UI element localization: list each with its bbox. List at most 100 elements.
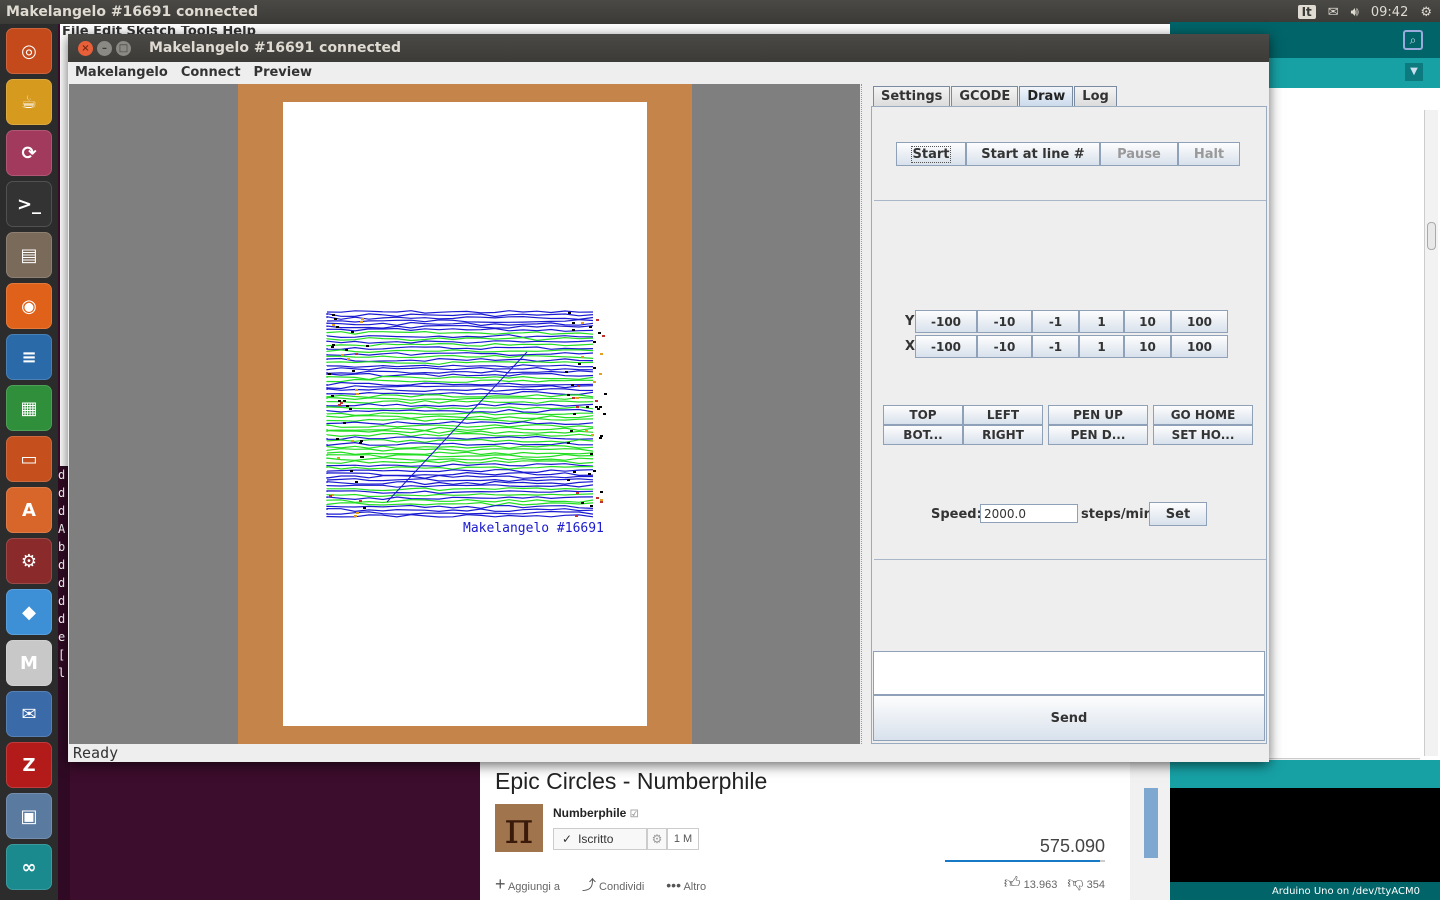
jog-y-minus1-button[interactable]: -1 — [1032, 310, 1079, 333]
share-button[interactable]: ⤴ Condividi — [582, 875, 644, 895]
serial-monitor-icon[interactable]: ⌕ — [1403, 30, 1423, 50]
thunderbird-icon[interactable]: ✉ — [6, 691, 52, 737]
speed-input[interactable] — [980, 504, 1078, 523]
impress-icon[interactable]: ▭ — [6, 436, 52, 482]
bottom-button[interactable]: BOT... — [883, 425, 963, 445]
tab-gcode[interactable]: GCODE — [951, 86, 1019, 106]
arduino-console — [1170, 788, 1440, 882]
machine-board: Makelangelo #16691 — [238, 84, 692, 744]
editor-vertical-scrollbar[interactable] — [1424, 110, 1438, 756]
arduino-console-header — [1170, 760, 1440, 788]
youtube-video-info: Epic Circles - Numberphile π Numberphile… — [480, 762, 1130, 900]
maximize-icon[interactable]: □ — [116, 40, 131, 56]
subscribe-button[interactable]: ✓ Iscritto — [553, 828, 647, 850]
set-speed-button[interactable]: Set — [1149, 502, 1207, 526]
jog-y-minus10-button[interactable]: -10 — [977, 310, 1032, 333]
pen-down-button[interactable]: PEN D... — [1048, 425, 1148, 445]
firefox-icon[interactable]: ◉ — [6, 283, 52, 329]
ubuntu-dash-icon[interactable]: ◎ — [6, 28, 52, 74]
jog-y-minus100-button[interactable]: -100 — [915, 310, 977, 333]
tab-draw[interactable]: Draw — [1019, 86, 1074, 106]
menu-connect[interactable]: Connect — [181, 65, 241, 80]
video-title: Epic Circles - Numberphile — [495, 768, 768, 794]
desktop-background — [70, 762, 480, 900]
subscriber-count: 1 M — [667, 828, 699, 850]
teapot-icon[interactable]: ☕ — [6, 79, 52, 125]
arduino-icon[interactable]: ∞ — [6, 844, 52, 890]
add-to-button[interactable]: + Aggiungi a — [495, 874, 560, 895]
verified-icon: ☑ — [629, 809, 639, 820]
paper-sheet: Makelangelo #16691 — [283, 102, 647, 726]
like-button[interactable]: 👍︎ 13.963 — [1004, 874, 1057, 893]
video-actions: + Aggiungi a ⤴ Condividi ••• Altro — [495, 874, 706, 895]
subscription-settings-icon[interactable]: ⚙ — [647, 828, 667, 850]
volume-icon[interactable]: 🔊︎ — [1351, 5, 1359, 20]
tab-log[interactable]: Log — [1074, 86, 1117, 106]
mail-icon[interactable]: ✉ — [1328, 5, 1339, 20]
top-button[interactable]: TOP — [883, 405, 963, 425]
left-button[interactable]: LEFT — [963, 405, 1043, 425]
jog-x-minus1-button[interactable]: -1 — [1032, 335, 1079, 358]
halt-button[interactable]: Halt — [1178, 142, 1240, 166]
speed-label: Speed: — [931, 507, 982, 522]
jog-y-100-button[interactable]: 100 — [1171, 310, 1228, 333]
file-manager-icon[interactable]: ▤ — [6, 232, 52, 278]
drawing-signature: Makelangelo #16691 — [463, 521, 604, 536]
send-button[interactable]: Send — [873, 695, 1265, 741]
go-home-button[interactable]: GO HOME — [1153, 405, 1253, 425]
remote-desktop-icon[interactable]: ▣ — [6, 793, 52, 839]
pause-button[interactable]: Pause — [1100, 142, 1178, 166]
filezilla-icon[interactable]: Z — [6, 742, 52, 788]
jog-y-10-button[interactable]: 10 — [1124, 310, 1171, 333]
arduino-board-status: Arduino Uno on /dev/ttyACM0 — [1170, 882, 1440, 900]
related-video-thumbnail[interactable] — [1144, 788, 1158, 858]
window-titlebar[interactable]: × – □ Makelangelo #16691 connected — [68, 34, 1269, 62]
keyboard-layout-indicator[interactable]: It — [1297, 5, 1316, 19]
x-axis-label: X — [905, 339, 916, 354]
start-at-line-button[interactable]: Start at line # — [966, 142, 1100, 166]
minimize-icon[interactable]: – — [97, 40, 112, 56]
jog-x-100-button[interactable]: 100 — [1171, 335, 1228, 358]
dropbox-icon[interactable]: ◆ — [6, 589, 52, 635]
sync-icon[interactable]: ⟳ — [6, 130, 52, 176]
set-home-button[interactable]: SET HO... — [1153, 425, 1253, 445]
gmail-icon[interactable]: M — [6, 640, 52, 686]
scrollbar-thumb[interactable] — [1427, 222, 1436, 250]
dislike-button[interactable]: 👎︎ 354 — [1067, 874, 1105, 893]
system-settings-icon[interactable]: ⚙ — [6, 538, 52, 584]
tab-settings[interactable]: Settings — [873, 86, 951, 106]
writer-icon[interactable]: ≡ — [6, 334, 52, 380]
jog-x-minus10-button[interactable]: -10 — [977, 335, 1032, 358]
more-icon: ••• — [666, 876, 681, 893]
pen-up-button[interactable]: PEN UP — [1048, 405, 1148, 425]
tab-strip: Settings GCODE Draw Log — [873, 86, 1118, 106]
menu-preview[interactable]: Preview — [254, 65, 313, 80]
calc-icon[interactable]: ▦ — [6, 385, 52, 431]
more-button[interactable]: ••• Altro — [666, 877, 706, 893]
speed-unit: steps/min — [1081, 507, 1153, 522]
jog-y-1-button[interactable]: 1 — [1079, 310, 1124, 333]
gear-icon[interactable]: ⚙ — [1420, 5, 1432, 20]
menu-makelangelo[interactable]: Makelangelo — [75, 65, 168, 80]
thumbs-up-icon: 👍︎ — [1003, 875, 1021, 892]
preview-canvas[interactable]: Makelangelo #16691 — [69, 84, 860, 744]
tab-menu-icon[interactable]: ▼ — [1405, 63, 1423, 81]
share-icon: ⤴ — [581, 876, 596, 893]
jog-x-minus100-button[interactable]: -100 — [915, 335, 977, 358]
channel-avatar[interactable]: π — [495, 803, 543, 854]
right-button[interactable]: RIGHT — [963, 425, 1043, 445]
start-button[interactable]: Start — [896, 142, 966, 166]
clock[interactable]: 09:42 — [1371, 5, 1408, 20]
software-center-icon[interactable]: A — [6, 487, 52, 533]
channel-name[interactable]: Numberphile ☑ — [553, 806, 639, 820]
menubar: Makelangelo Connect Preview — [68, 62, 1269, 83]
terminal-icon[interactable]: >_ — [6, 181, 52, 227]
unity-launcher: ◎ ☕ ⟳ >_ ▤ ◉ ≡ ▦ ▭ A ⚙ ◆ M ✉ Z ▣ ∞ — [0, 24, 58, 900]
jog-x-10-button[interactable]: 10 — [1124, 335, 1171, 358]
gcode-command-input[interactable] — [873, 651, 1265, 695]
split-pane-divider[interactable] — [861, 84, 868, 744]
window-title: Makelangelo #16691 connected — [149, 40, 401, 56]
draw-tab-panel: Start Start at line # Pause Halt Y X TOP… — [871, 106, 1267, 744]
jog-x-1-button[interactable]: 1 — [1079, 335, 1124, 358]
close-icon[interactable]: × — [78, 40, 93, 56]
